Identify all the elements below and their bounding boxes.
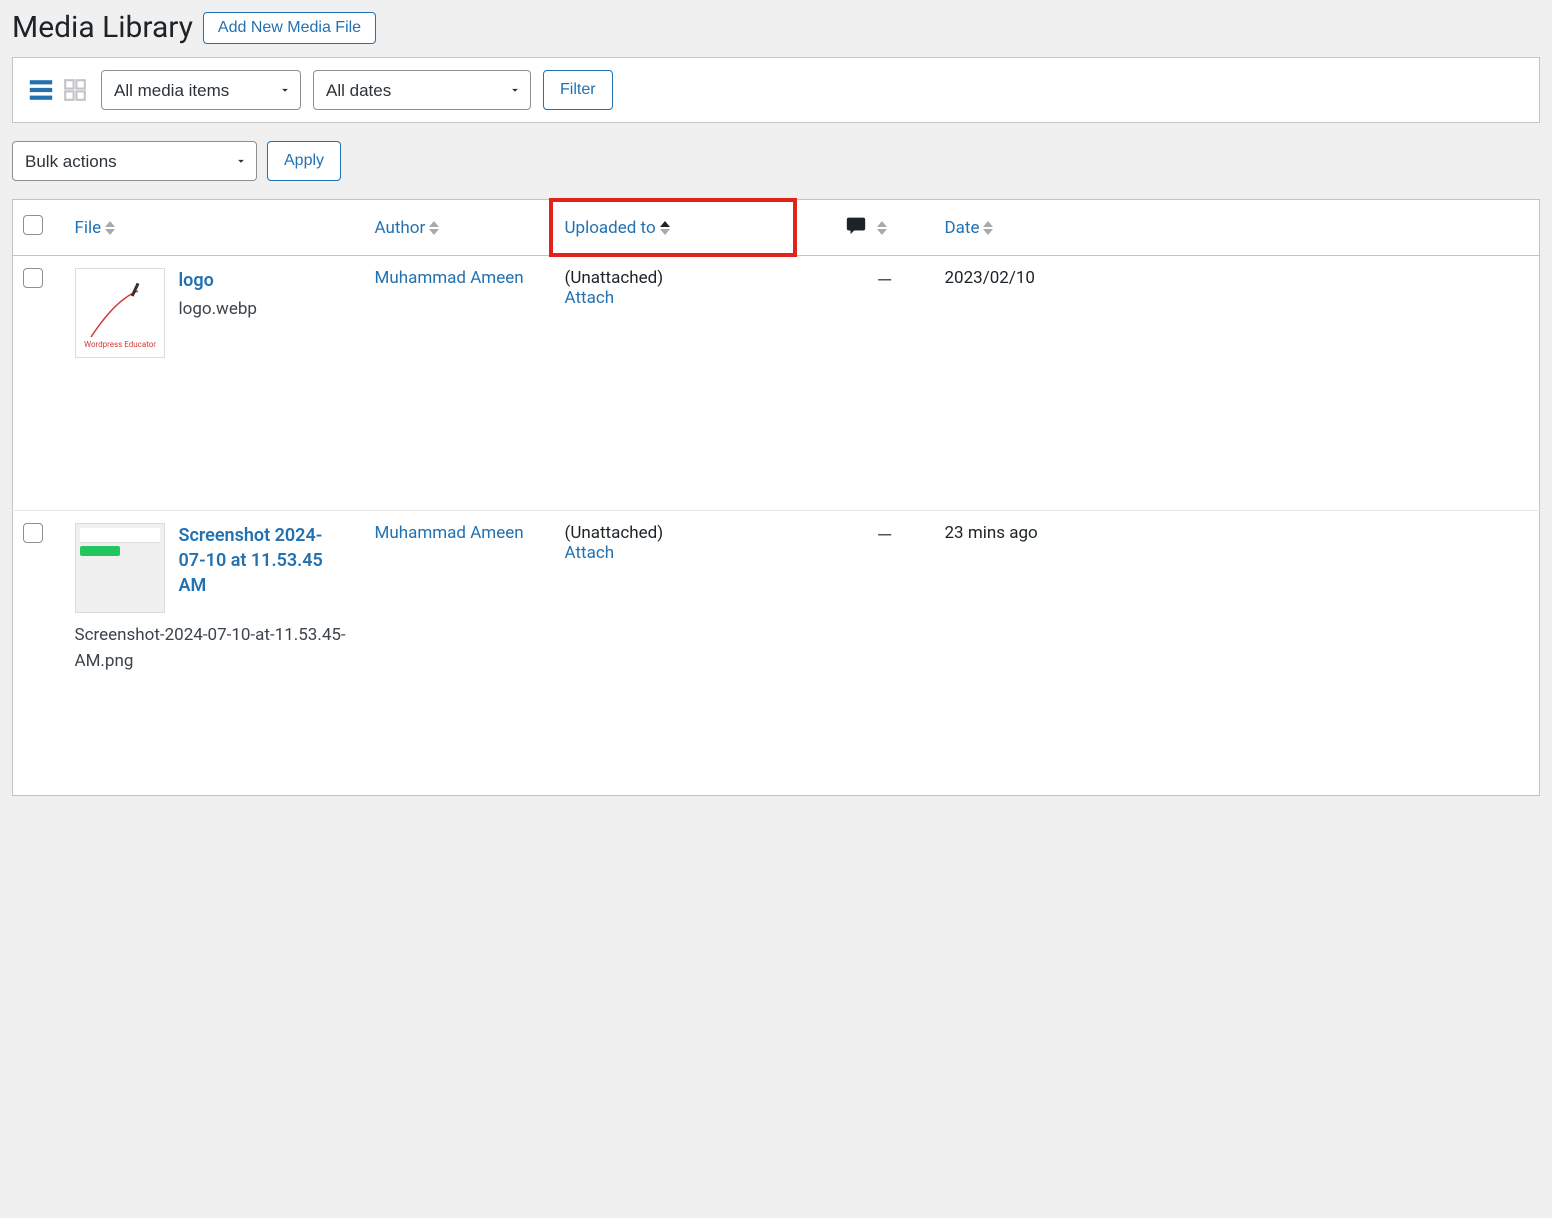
add-new-media-button[interactable]: Add New Media File	[203, 12, 376, 44]
list-view-icon[interactable]	[27, 76, 55, 104]
comments-count: —	[877, 523, 893, 547]
media-filename: Screenshot-2024-07-10-at-11.53.45-AM.png	[75, 623, 355, 674]
sort-icon	[877, 221, 887, 235]
sort-icon	[105, 221, 115, 235]
dates-select[interactable]: All dates	[313, 70, 531, 110]
apply-button[interactable]: Apply	[267, 141, 341, 181]
bulk-actions-select[interactable]: Bulk actions	[12, 141, 257, 181]
filter-button[interactable]: Filter	[543, 70, 613, 110]
row-checkbox[interactable]	[23, 268, 43, 288]
sort-icon	[660, 221, 670, 235]
column-file-label: File	[75, 218, 102, 238]
comments-icon	[845, 214, 867, 241]
bulk-actions-bar: Bulk actions Apply	[12, 141, 1540, 181]
media-title-link[interactable]: Screenshot 2024-07-10 at 11.53.45 AM	[179, 523, 339, 599]
svg-text:Wordpress Educator: Wordpress Educator	[83, 340, 155, 349]
author-link[interactable]: Muhammad Ameen	[375, 523, 524, 543]
media-table: File Author Uploaded to	[12, 199, 1540, 796]
table-row: Screenshot 2024-07-10 at 11.53.45 AM Scr…	[13, 511, 1540, 796]
media-type-select[interactable]: All media items	[101, 70, 301, 110]
media-date: 2023/02/10	[945, 268, 1035, 288]
sort-icon	[429, 221, 439, 235]
attach-link[interactable]: Attach	[565, 543, 615, 563]
column-author-label: Author	[375, 218, 426, 238]
column-uploaded-to-label: Uploaded to	[565, 218, 656, 238]
view-switch	[27, 76, 89, 104]
filter-bar: All media items All dates Filter	[12, 57, 1540, 123]
column-author[interactable]: Author	[365, 200, 555, 256]
author-link[interactable]: Muhammad Ameen	[375, 268, 524, 288]
attach-link[interactable]: Attach	[565, 288, 615, 308]
select-all-checkbox[interactable]	[23, 215, 43, 235]
sort-icon	[983, 221, 993, 235]
table-row: Wordpress Educator logo logo.webp Muhamm…	[13, 256, 1540, 511]
page-header: Media Library Add New Media File	[12, 10, 1540, 57]
media-thumbnail[interactable]	[75, 523, 165, 613]
page-title: Media Library	[12, 10, 193, 45]
select-all-column	[13, 200, 65, 256]
comments-count: —	[877, 268, 893, 292]
row-checkbox[interactable]	[23, 523, 43, 543]
grid-view-icon[interactable]	[61, 76, 89, 104]
column-date[interactable]: Date	[935, 200, 1540, 256]
column-uploaded-to[interactable]: Uploaded to	[555, 200, 835, 256]
column-date-label: Date	[945, 218, 980, 238]
media-filename: logo.webp	[179, 299, 257, 319]
media-thumbnail[interactable]: Wordpress Educator	[75, 268, 165, 358]
column-file[interactable]: File	[65, 200, 365, 256]
uploaded-status: (Unattached)	[565, 268, 825, 288]
uploaded-status: (Unattached)	[565, 523, 825, 543]
media-date: 23 mins ago	[945, 523, 1038, 543]
media-title-link[interactable]: logo	[179, 268, 257, 293]
column-comments[interactable]	[835, 200, 935, 256]
